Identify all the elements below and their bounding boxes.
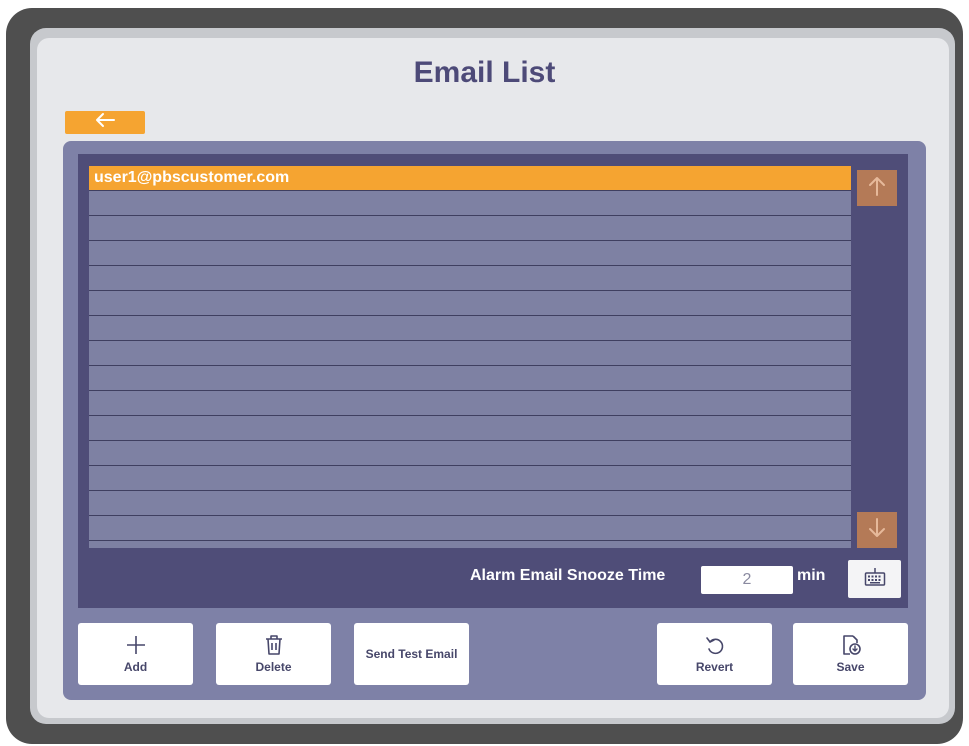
save-button[interactable]: Save xyxy=(793,623,908,685)
email-list-item[interactable] xyxy=(89,416,851,441)
plus-icon xyxy=(125,634,147,656)
undo-icon xyxy=(704,634,726,656)
scroll-up-button[interactable] xyxy=(857,170,897,206)
email-list[interactable]: user1@pbscustomer.com xyxy=(89,166,851,548)
page-title: Email List xyxy=(413,56,556,89)
email-list-item[interactable] xyxy=(89,316,851,341)
email-list-item[interactable] xyxy=(89,241,851,266)
email-list-item[interactable]: user1@pbscustomer.com xyxy=(89,166,851,191)
arrow-up-icon xyxy=(868,175,886,202)
email-list-item[interactable] xyxy=(89,341,851,366)
arrow-down-icon xyxy=(868,517,886,544)
delete-label: Delete xyxy=(255,660,292,674)
add-button[interactable]: Add xyxy=(78,623,193,685)
revert-label: Revert xyxy=(695,660,734,674)
keyboard-icon xyxy=(864,567,886,592)
save-file-icon xyxy=(840,634,862,656)
email-list-item[interactable] xyxy=(89,516,851,541)
email-list-item[interactable] xyxy=(89,466,851,491)
add-label: Add xyxy=(123,660,148,674)
trash-icon xyxy=(264,634,284,656)
email-list-item[interactable] xyxy=(89,266,851,291)
send-test-email-button[interactable]: Send Test Email xyxy=(354,623,469,685)
back-button[interactable] xyxy=(65,111,145,134)
email-list-item[interactable] xyxy=(89,191,851,216)
revert-button[interactable]: Revert xyxy=(657,623,772,685)
email-list-item[interactable] xyxy=(89,441,851,466)
email-list-item[interactable] xyxy=(89,391,851,416)
keyboard-button[interactable] xyxy=(848,560,901,598)
email-list-item[interactable] xyxy=(89,216,851,241)
snooze-time-input[interactable] xyxy=(701,566,793,594)
snooze-unit: min xyxy=(797,567,826,584)
save-label: Save xyxy=(836,660,865,674)
delete-button[interactable]: Delete xyxy=(216,623,331,685)
email-list-item[interactable] xyxy=(89,491,851,516)
arrow-left-icon xyxy=(94,112,116,133)
send-test-email-label: Send Test Email xyxy=(365,647,458,661)
email-list-item[interactable] xyxy=(89,291,851,316)
email-list-item[interactable] xyxy=(89,366,851,391)
snooze-label: Alarm Email Snooze Time xyxy=(470,567,666,584)
scroll-down-button[interactable] xyxy=(857,512,897,548)
